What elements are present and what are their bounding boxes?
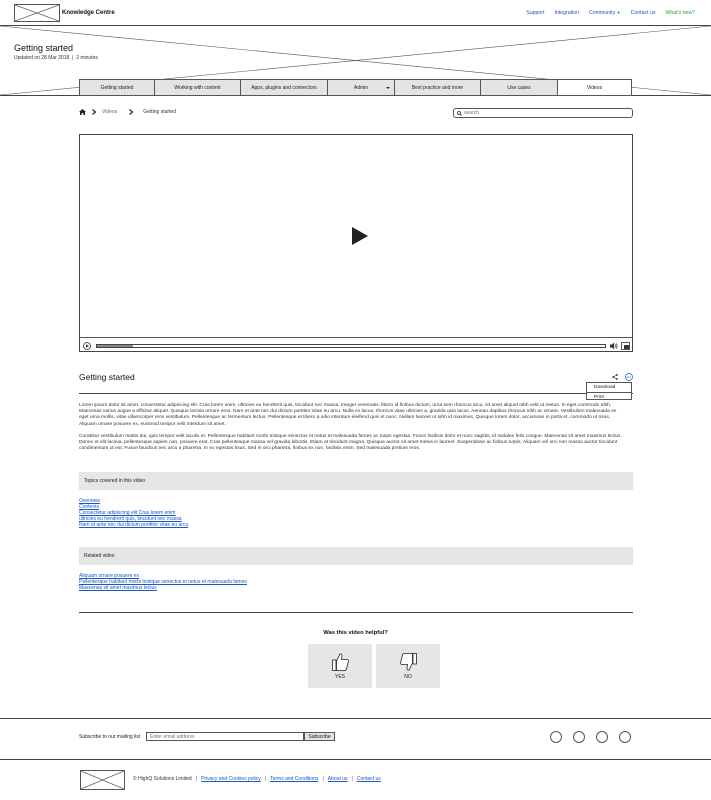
options-menu: Download Print — [586, 382, 632, 400]
terms-link[interactable]: Terms and Conditions — [270, 776, 318, 782]
nav-contact-link[interactable]: Contact us — [631, 10, 656, 16]
topics-heading: Topics covered in this video — [79, 472, 633, 490]
fullscreen-icon[interactable] — [621, 342, 630, 350]
menu-item-download[interactable]: Download — [587, 383, 631, 392]
nav-community-link[interactable]: Community ▼ — [589, 10, 621, 16]
chevron-right-icon — [92, 109, 96, 115]
related-list: Aliquam ornare posuere ex Pellentesque h… — [79, 573, 247, 591]
separator: | — [264, 776, 267, 782]
chevron-right-icon — [129, 109, 134, 115]
top-header: Knowledge Centre Support Integration Com… — [0, 0, 711, 26]
breadcrumb-current: Getting started — [143, 109, 176, 115]
tab-admin[interactable]: Admin — [328, 80, 395, 95]
section-divider — [79, 612, 633, 613]
title-divider — [79, 393, 633, 394]
vote-yes-label: YES — [334, 674, 345, 680]
video-player[interactable] — [79, 134, 633, 352]
tab-getting-started[interactable]: Getting started — [80, 80, 155, 95]
logo-placeholder[interactable] — [14, 4, 60, 22]
helpful-question: Was this video helpful? — [323, 630, 388, 636]
page-title: Getting started — [14, 43, 74, 53]
nav-community-label: Community — [588, 10, 616, 16]
volume-icon[interactable] — [610, 342, 618, 350]
tab-admin-label: Admin — [353, 84, 369, 91]
social-icon[interactable] — [573, 731, 585, 743]
vote-yes-button[interactable]: YES — [308, 644, 372, 688]
breadcrumb-videos[interactable]: Videos — [102, 109, 117, 115]
footer-divider — [0, 759, 711, 760]
social-icon[interactable] — [596, 731, 608, 743]
video-progress-fill — [97, 345, 133, 347]
vote-no-button[interactable]: NO — [376, 644, 440, 688]
tab-videos[interactable]: Videos — [558, 80, 631, 95]
more-options-icon[interactable] — [625, 373, 633, 381]
social-icon[interactable] — [619, 731, 631, 743]
privacy-link[interactable]: Privacy and Cookies policy — [201, 776, 261, 782]
thumbs-down-icon — [400, 653, 417, 671]
play-icon[interactable] — [352, 227, 368, 245]
chevron-down-icon — [386, 87, 390, 89]
contact-link[interactable]: Contact us — [357, 776, 381, 782]
tab-use-cases[interactable]: Use cases — [481, 80, 558, 95]
video-progress-bar[interactable] — [96, 344, 606, 348]
separator: | — [351, 776, 353, 782]
thumbs-up-icon — [332, 653, 349, 671]
category-tabs: Getting started Working with content App… — [79, 79, 632, 96]
separator: | — [195, 776, 198, 782]
body-paragraph: Lorem ipsum dolor sit amet, consectetur … — [79, 403, 617, 427]
vote-no-label: NO — [404, 674, 412, 680]
share-icon[interactable] — [612, 374, 618, 380]
menu-item-print[interactable]: Print — [587, 392, 631, 401]
updated-date: Updated on 28 Mar 2018 — [14, 55, 70, 61]
email-field[interactable] — [146, 732, 304, 741]
subscribe-button[interactable]: Subscribe — [304, 732, 335, 741]
page-meta: Updated on 28 Mar 2018 | 2 minutes — [14, 55, 98, 61]
footer-logo-placeholder[interactable] — [80, 770, 125, 790]
chevron-down-icon: ▼ — [616, 10, 621, 15]
about-link[interactable]: About us — [328, 776, 348, 782]
nav-support-link[interactable]: Support — [526, 10, 544, 16]
copyright: © HighQ Solutions Limited — [133, 776, 192, 782]
tab-best-practice[interactable]: Best practice and more — [395, 80, 481, 95]
footer-divider — [0, 718, 711, 719]
nav-integration-link[interactable]: Integration — [554, 10, 579, 16]
tab-apps-plugins[interactable]: Apps, plugins and connectors — [241, 80, 328, 95]
related-heading: Related video — [79, 547, 633, 565]
topic-link[interactable]: Nam et ante nec dui dictum porttitor vit… — [79, 522, 188, 528]
search-box[interactable] — [453, 108, 633, 118]
top-nav: Support Integration Community ▼ Contact … — [526, 10, 695, 16]
body-paragraph: Curabitur vestibulum mattis dui, quis te… — [79, 434, 622, 452]
subscribe-label: Subscribe to our mailing list — [79, 734, 141, 740]
play-circle-icon[interactable] — [83, 342, 91, 350]
separator: | — [322, 776, 324, 782]
video-title: Getting started — [79, 372, 135, 382]
legal-links: © HighQ Solutions Limited | Privacy and … — [133, 776, 381, 782]
tab-working-with-content[interactable]: Working with content — [155, 80, 241, 95]
topics-list: Overview Contents Consectetur adipiscing… — [79, 498, 188, 528]
read-time: 2 minutes — [76, 55, 98, 61]
breadcrumb: Videos Getting started — [79, 109, 176, 115]
related-link[interactable]: Maecenas sit amet maximus lectus — [79, 585, 247, 591]
brand-title: Knowledge Centre — [62, 10, 115, 16]
home-icon[interactable] — [79, 109, 86, 115]
video-controls — [80, 337, 632, 352]
search-icon — [457, 110, 462, 116]
search-input[interactable] — [464, 110, 624, 116]
social-icon[interactable] — [550, 731, 562, 743]
nav-whats-new-link[interactable]: What's new? — [665, 10, 695, 16]
